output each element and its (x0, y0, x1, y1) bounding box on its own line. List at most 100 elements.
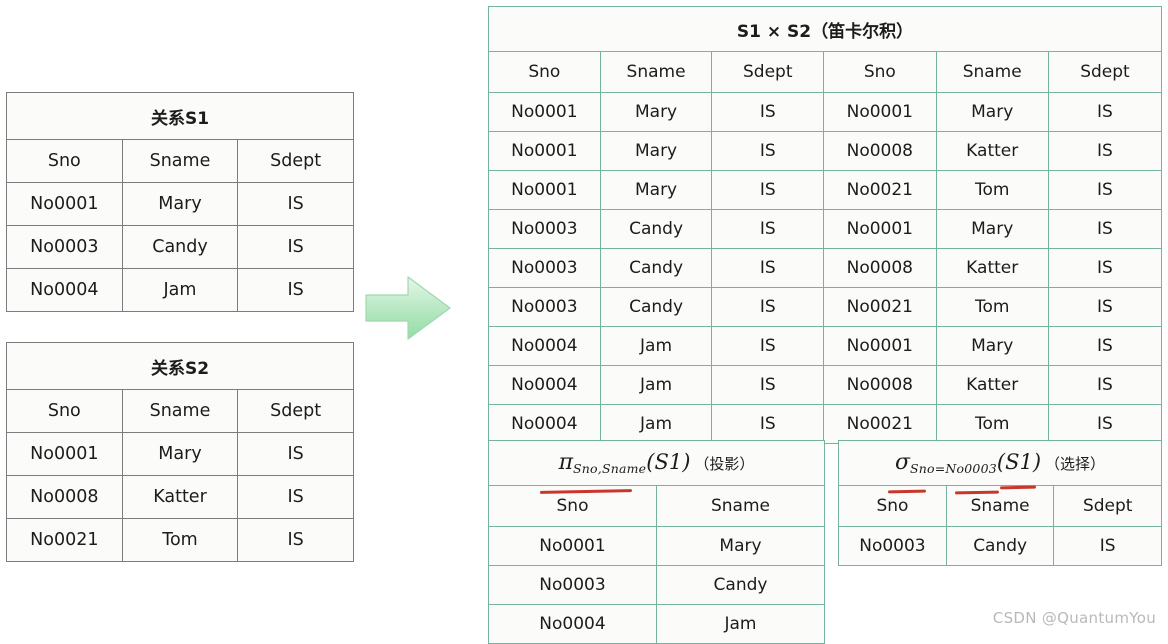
cell-s1-sdept: IS (711, 170, 825, 210)
cell-s2-sdept: IS (1047, 170, 1163, 210)
selection-subscript: Sno=No0003 (909, 461, 997, 476)
cell-sdept: IS (1053, 526, 1162, 566)
cell-s2-sname: Katter (935, 131, 1049, 171)
cell-sname: Mary (121, 182, 239, 226)
table-row: No0003 Candy IS No0021 Tom IS (488, 287, 1163, 327)
cell-sdept: IS (237, 182, 354, 226)
cell-s2-sno: No0008 (823, 365, 937, 405)
table-row: No0004 Jam IS No0001 Mary IS (488, 326, 1163, 366)
cell-s2-sno: No0001 (823, 326, 937, 366)
cell-s1-sno: No0001 (488, 170, 601, 210)
cell-sno: No0001 (488, 526, 657, 566)
cell-s2-sdept: IS (1047, 365, 1163, 405)
cell-sno: No0004 (6, 268, 123, 312)
table-row: No0001 Mary IS (6, 432, 354, 476)
relation-s1-body: 关系S1 Sno Sname Sdept No0001 Mary IS No00… (6, 92, 354, 312)
projection-formula: πSno,Sname(S1) (559, 450, 691, 476)
projection-subscript: Sno,Sname (573, 461, 647, 476)
cartesian-product-title: S1 × S2（笛卡尔积） (488, 6, 1162, 52)
cell-s2-sname: Tom (935, 287, 1049, 327)
cell-sno: No0001 (6, 432, 123, 476)
cartesian-product-body: S1 × S2（笛卡尔积） Sno Sname Sdept Sno Sname … (488, 6, 1163, 444)
cell-s2-sname: Mary (935, 209, 1049, 249)
cell-s2-sdept: IS (1047, 131, 1163, 171)
cell-s2-sdept: IS (1047, 92, 1163, 132)
cell-sname: Jam (121, 268, 239, 312)
cell-s2-sdept: IS (1047, 287, 1163, 327)
cell-s2-sdept: IS (1047, 209, 1163, 249)
cell-sname: Candy (121, 225, 239, 269)
cell-s2-sno: No0001 (823, 92, 937, 132)
cell-sdept: IS (237, 518, 354, 562)
cell-sname: Jam (656, 604, 825, 644)
cell-sno: No0021 (6, 518, 123, 562)
cell-s1-sno: No0003 (488, 209, 601, 249)
column-header-s1-sname: Sname (599, 51, 713, 93)
cell-s1-sno: No0004 (488, 404, 601, 444)
cell-sdept: IS (237, 225, 354, 269)
table-row: No0008 Katter IS (6, 475, 354, 519)
cell-s1-sno: No0001 (488, 131, 601, 171)
cell-sno: No0003 (838, 526, 947, 566)
table-title-row: S1 × S2（笛卡尔积） (488, 6, 1162, 52)
table-row: No0003 Candy IS (6, 225, 354, 269)
cell-s1-sname: Candy (599, 287, 713, 327)
table-row: No0004 Jam IS No0008 Katter IS (488, 365, 1163, 405)
projection-annotation: （投影） (694, 455, 755, 473)
table-row: No0004 Jam IS No0021 Tom IS (488, 404, 1163, 444)
selection-formula: σSno=No0003(S1) (895, 450, 1041, 476)
table-header-row: Sno Sname (488, 485, 825, 527)
cell-s2-sno: No0021 (823, 404, 937, 444)
column-header-sname: Sname (121, 139, 239, 183)
cell-s2-sname: Katter (935, 248, 1049, 288)
cell-s1-sno: No0003 (488, 287, 601, 327)
cell-s1-sname: Mary (599, 131, 713, 171)
column-header-sname: Sname (656, 485, 825, 527)
cell-s1-sno: No0003 (488, 248, 601, 288)
cell-s2-sno: No0021 (823, 170, 937, 210)
table-row: No0001 Mary IS No0001 Mary IS (488, 92, 1163, 132)
relation-s1-table: 关系S1 Sno Sname Sdept No0001 Mary IS No00… (6, 92, 354, 312)
column-header-s1-sdept: Sdept (711, 51, 825, 93)
selection-annotation: （选择） (1045, 455, 1106, 473)
cell-s2-sdept: IS (1047, 404, 1163, 444)
cell-sno: No0001 (6, 182, 123, 226)
column-header-sno: Sno (6, 139, 123, 183)
column-header-sdept: Sdept (237, 389, 354, 433)
cell-sdept: IS (237, 432, 354, 476)
cell-s2-sno: No0001 (823, 209, 937, 249)
table-row: No0021 Tom IS (6, 518, 354, 562)
projection-title: πSno,Sname(S1) （投影） (488, 440, 825, 486)
table-title-row: 关系S2 (6, 342, 354, 390)
cell-sname: Candy (945, 526, 1055, 566)
table-row: No0003 Candy IS (838, 526, 1162, 566)
cell-s1-sname: Candy (599, 248, 713, 288)
table-row: No0004 Jam (488, 604, 825, 644)
column-header-s2-sname: Sname (935, 51, 1049, 93)
table-row: No0001 Mary IS (6, 182, 354, 226)
table-title-row: πSno,Sname(S1) （投影） (488, 440, 825, 486)
selection-argument: (S1) (996, 450, 1042, 474)
cell-s2-sdept: IS (1047, 326, 1163, 366)
arrow-shape (365, 276, 451, 340)
cell-sno: No0004 (488, 604, 657, 644)
cell-s1-sdept: IS (711, 326, 825, 366)
cell-sname: Candy (656, 565, 825, 605)
table-row: No0001 Mary IS No0008 Katter IS (488, 131, 1163, 171)
table-header-row: Sno Sname Sdept Sno Sname Sdept (488, 51, 1163, 93)
cell-sno: No0003 (6, 225, 123, 269)
cell-sno: No0003 (488, 565, 657, 605)
cell-s2-sno: No0021 (823, 287, 937, 327)
cell-s2-sname: Katter (935, 365, 1049, 405)
projection-table: πSno,Sname(S1) （投影） Sno Sname No0001 Mary… (488, 440, 825, 644)
cell-sdept: IS (237, 475, 354, 519)
relation-s1-title: 关系S1 (6, 92, 354, 140)
column-header-sno: Sno (6, 389, 123, 433)
cell-s2-sdept: IS (1047, 248, 1163, 288)
cell-s2-sname: Mary (935, 92, 1049, 132)
column-header-sname: Sname (121, 389, 239, 433)
cell-s1-sdept: IS (711, 92, 825, 132)
column-header-sdept: Sdept (1053, 485, 1162, 527)
cell-s1-sdept: IS (711, 248, 825, 288)
csdn-watermark: CSDN @QuantumYou (992, 609, 1156, 627)
